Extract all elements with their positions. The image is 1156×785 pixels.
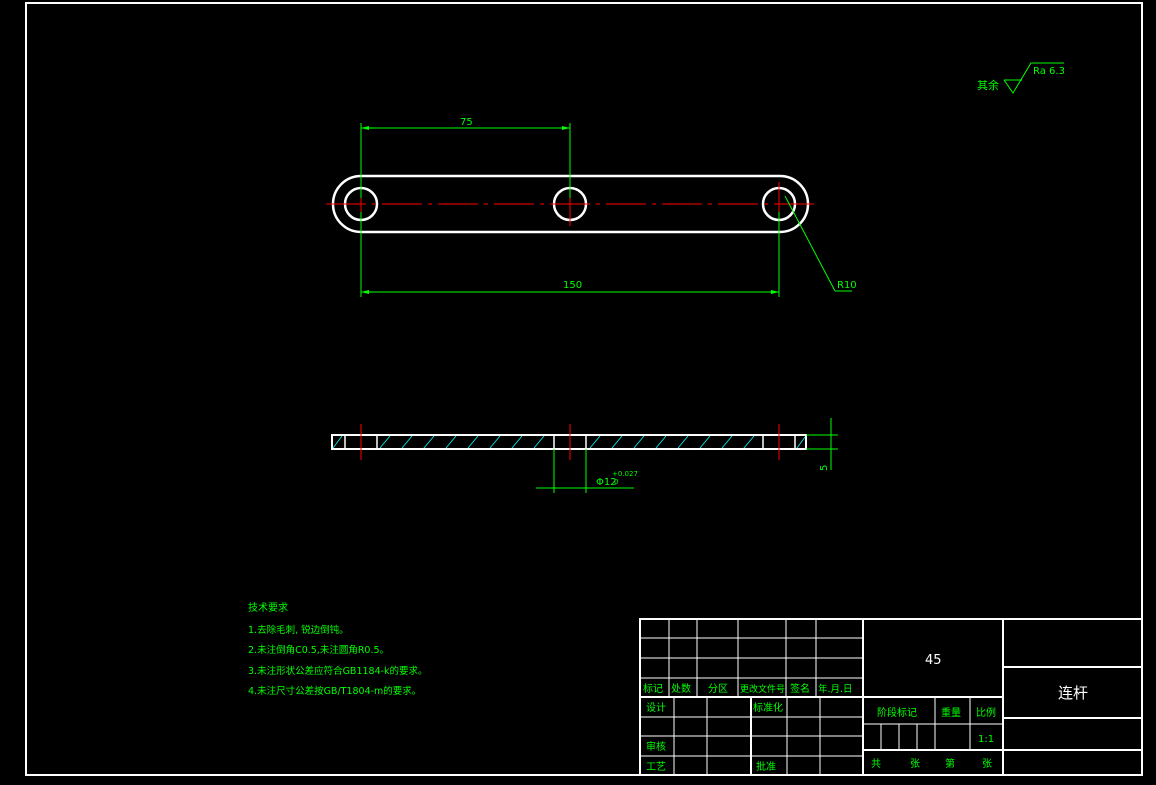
tech-item: 4.未注尺寸公差按GB/T1804-m的要求。 xyxy=(248,685,421,697)
row-design: 设计 xyxy=(646,701,666,714)
page-label: 第 xyxy=(945,757,955,770)
hdr-zone: 分区 xyxy=(708,683,728,695)
dia-tol-upper: +0.027 xyxy=(612,470,638,478)
r10-leader xyxy=(784,195,836,292)
dim150-arrow-left xyxy=(361,290,369,294)
tech-item: 3.未注形状公差应符合GB1184-k的要求。 xyxy=(248,665,428,677)
roughness-symbol: 其余 Ra 6.3 xyxy=(977,62,1065,94)
dim75-arrow-right xyxy=(562,126,570,130)
drawing-border xyxy=(25,2,1143,776)
dia-tol-lower: 0 xyxy=(614,478,618,486)
section-hatch xyxy=(332,435,806,449)
roughness-value: Ra 6.3 xyxy=(1033,66,1065,77)
page-sheet-label: 张 xyxy=(982,758,992,770)
dim5-text: 5 xyxy=(819,465,830,471)
roughness-prefix: 其余 xyxy=(977,78,999,92)
top-view: 75 150 R10 xyxy=(326,117,857,297)
row-review: 审核 xyxy=(646,740,666,753)
dim150-arrow-right xyxy=(771,290,779,294)
tech-requirements: 技术要求 1.去除毛刺, 锐边倒钝。 2.未注倒角C0.5,未注圆角R0.5。 … xyxy=(248,601,428,697)
material: 45 xyxy=(925,653,942,668)
title-block-text: 标记 处数 分区 更改文件号 签名 年.月.日 设计 标准化 审核 工艺 批准 … xyxy=(643,653,1088,773)
total-label: 共 xyxy=(871,758,881,770)
cad-drawing: 其余 Ra 6.3 75 150 R10 5 Φ12 +0.027 0 技术要求… xyxy=(25,2,1143,776)
stage-mark-label: 阶段标记 xyxy=(877,706,917,719)
weight-label: 重量 xyxy=(941,706,961,719)
scale-label: 比例 xyxy=(976,706,996,719)
section-view: 5 Φ12 +0.027 0 xyxy=(331,418,838,493)
tech-item: 2.未注倒角C0.5,未注圆角R0.5。 xyxy=(248,644,389,656)
dim75-arrow-left xyxy=(361,126,369,130)
hdr-change-doc: 更改文件号 xyxy=(740,683,785,695)
part-name: 连杆 xyxy=(1058,684,1088,702)
hdr-date: 年.月.日 xyxy=(818,683,853,695)
dim150-text: 150 xyxy=(563,280,582,291)
scale-value: 1:1 xyxy=(978,734,994,745)
row-standardize: 标准化 xyxy=(753,701,783,714)
tech-title: 技术要求 xyxy=(248,601,288,614)
sheet-label: 张 xyxy=(910,758,920,770)
r10-text: R10 xyxy=(837,280,857,291)
row-approve: 批准 xyxy=(756,760,776,773)
row-process: 工艺 xyxy=(646,761,666,773)
dim75-text: 75 xyxy=(460,117,473,128)
hdr-count: 处数 xyxy=(671,682,691,695)
hdr-signature: 签名 xyxy=(790,682,810,695)
tech-item: 1.去除毛刺, 锐边倒钝。 xyxy=(248,624,349,636)
hdr-mark: 标记 xyxy=(643,683,663,695)
